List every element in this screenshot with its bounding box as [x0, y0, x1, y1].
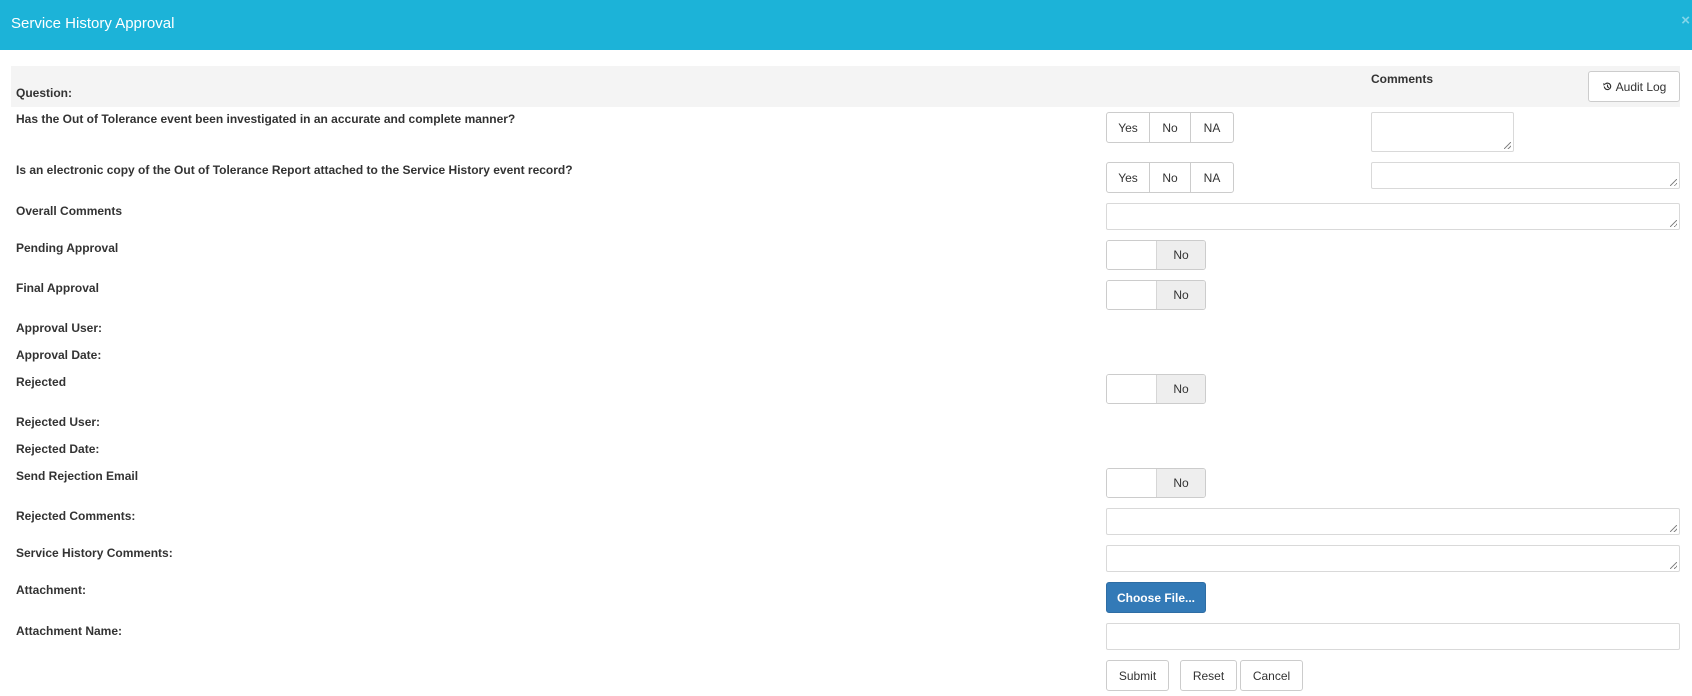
question-2-text: Is an electronic copy of the Out of Tole… [16, 163, 573, 177]
approval-date-label: Approval Date: [16, 348, 102, 362]
final-approval-toggle[interactable]: No [1106, 280, 1206, 310]
send-rejection-email-toggle[interactable]: No [1106, 468, 1206, 498]
final-approval-label: Final Approval [16, 281, 99, 295]
question-2-na-button[interactable]: NA [1191, 163, 1233, 192]
attachment-label: Attachment: [16, 583, 87, 597]
attachment-name-input[interactable] [1106, 623, 1680, 650]
toggle-off-handle [1107, 469, 1156, 497]
rejected-comments-label: Rejected Comments: [16, 509, 136, 523]
choose-file-button[interactable]: Choose File... [1106, 582, 1206, 613]
cancel-button[interactable]: Cancel [1240, 660, 1303, 691]
history-icon [1603, 82, 1611, 91]
attachment-name-label: Attachment Name: [16, 624, 123, 638]
comments-column-header: Comments [1371, 72, 1434, 86]
audit-log-label: Audit Log [1615, 79, 1667, 94]
rejected-user-label: Rejected User: [16, 415, 101, 429]
reset-button[interactable]: Reset [1180, 660, 1237, 691]
pending-approval-value: No [1156, 241, 1205, 269]
overall-comments-label: Overall Comments [16, 204, 123, 218]
final-approval-value: No [1156, 281, 1205, 309]
modal-title: Service History Approval [11, 15, 175, 32]
rejected-comments-textarea[interactable] [1106, 508, 1680, 535]
send-rejection-email-value: No [1156, 469, 1205, 497]
question-column-header: Question: [16, 86, 72, 100]
rejected-toggle[interactable]: No [1106, 374, 1206, 404]
modal-header: Service History Approval × [0, 0, 1692, 50]
question-1-yes-button[interactable]: Yes [1107, 113, 1150, 142]
service-history-comments-textarea[interactable] [1106, 545, 1680, 572]
service-history-comments-label: Service History Comments: [16, 546, 173, 560]
question-1-no-button[interactable]: No [1150, 113, 1191, 142]
toggle-off-handle [1107, 281, 1156, 309]
pending-approval-toggle[interactable]: No [1106, 240, 1206, 270]
audit-log-button[interactable]: Audit Log [1588, 71, 1680, 102]
question-1-answer-group: Yes No NA [1106, 112, 1234, 143]
question-1-na-button[interactable]: NA [1191, 113, 1233, 142]
close-icon[interactable]: × [1681, 12, 1690, 29]
rejected-value: No [1156, 375, 1205, 403]
approval-user-label: Approval User: [16, 321, 103, 335]
question-2-answer-group: Yes No NA [1106, 162, 1234, 193]
question-2-comment-textarea[interactable] [1371, 162, 1680, 189]
toggle-off-handle [1107, 241, 1156, 269]
toggle-off-handle [1107, 375, 1156, 403]
send-rejection-email-label: Send Rejection Email [16, 469, 139, 483]
question-2-yes-button[interactable]: Yes [1107, 163, 1150, 192]
overall-comments-textarea[interactable] [1106, 203, 1680, 230]
rejected-date-label: Rejected Date: [16, 442, 100, 456]
question-2-no-button[interactable]: No [1150, 163, 1191, 192]
question-1-text: Has the Out of Tolerance event been inve… [16, 112, 516, 126]
rejected-label: Rejected [16, 375, 67, 389]
submit-button[interactable]: Submit [1106, 660, 1169, 691]
question-1-comment-textarea[interactable] [1371, 112, 1514, 152]
pending-approval-label: Pending Approval [16, 241, 119, 255]
